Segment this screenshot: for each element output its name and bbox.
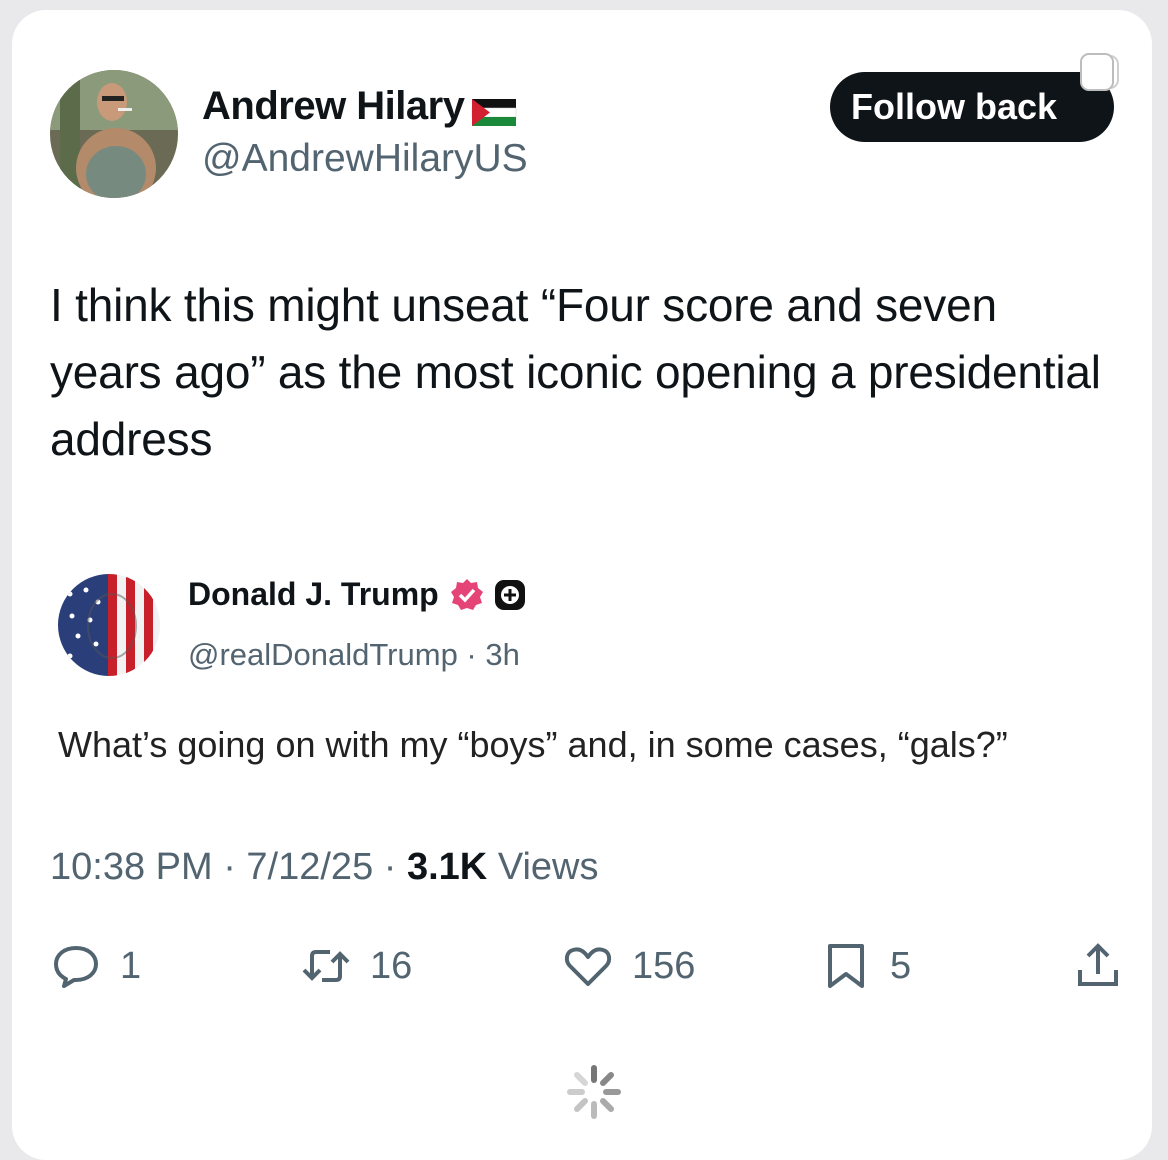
quoted-author-name[interactable]: Donald J. Trump — [188, 576, 527, 613]
post-text: I think this might unseat “Four score an… — [50, 279, 1101, 465]
quoted-author-avatar[interactable] — [58, 574, 160, 676]
like-count: 156 — [632, 944, 696, 987]
copy-icon[interactable] — [1078, 52, 1122, 96]
like-icon — [564, 947, 612, 986]
share-icon — [1078, 943, 1118, 986]
reply-icon — [54, 946, 98, 988]
bookmark-button[interactable]: 5 — [820, 936, 911, 996]
loading-spinner-icon — [564, 1062, 624, 1122]
action-bar: 1 16 156 5 — [50, 936, 1130, 996]
share-button[interactable] — [1072, 936, 1124, 996]
view-count: 3.1K — [406, 846, 488, 888]
plus-badge-icon — [493, 578, 527, 612]
repost-button[interactable]: 16 — [300, 936, 412, 996]
views-label: Views — [487, 846, 599, 888]
palestine-flag-icon — [470, 92, 518, 126]
reply-button[interactable]: 1 — [50, 936, 141, 996]
bookmark-count: 5 — [890, 944, 912, 987]
reply-count: 1 — [120, 944, 142, 987]
author-name[interactable]: Andrew Hilary — [202, 84, 518, 129]
post-card: Andrew Hilary @AndrewHilaryUS Follow bac… — [12, 10, 1152, 1160]
author-handle[interactable]: @AndrewHilaryUS — [202, 137, 528, 181]
repost-icon — [302, 950, 350, 982]
post-metadata: 10:38 PM · 7/12/25 · 3.1K Views — [50, 846, 599, 889]
post-timestamp[interactable]: 10:38 PM · 7/12/25 · — [50, 846, 407, 888]
quoted-post-text: What’s going on with my “boys” and, in s… — [58, 724, 1008, 765]
follow-back-button[interactable]: Follow back — [830, 72, 1114, 142]
quoted-author-handle[interactable]: @realDonaldTrump · 3h — [188, 637, 520, 673]
like-button[interactable]: 156 — [562, 936, 695, 996]
author-avatar[interactable] — [50, 70, 178, 198]
bookmark-icon — [828, 944, 864, 988]
repost-count: 16 — [370, 944, 413, 987]
verified-badge-icon — [449, 577, 485, 613]
